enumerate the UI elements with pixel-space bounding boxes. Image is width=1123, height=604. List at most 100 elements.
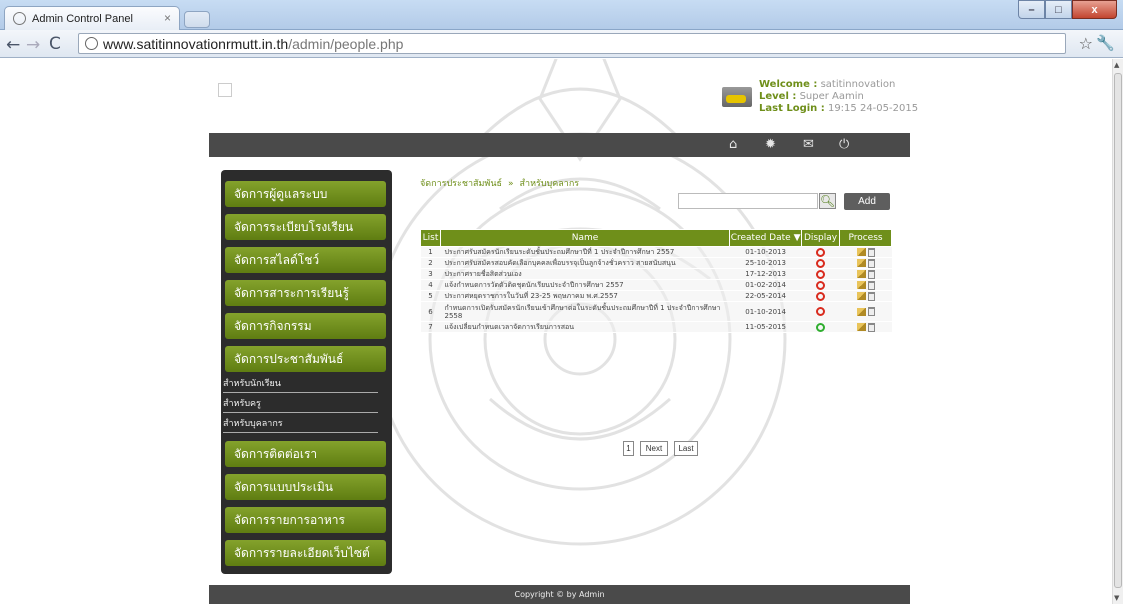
delete-icon[interactable] <box>867 247 875 257</box>
search-input[interactable] <box>678 193 818 209</box>
sidebar-subitem-teachers[interactable]: สำหรับครู <box>223 396 378 413</box>
scroll-up-icon[interactable]: ▲ <box>1114 61 1119 69</box>
edit-icon[interactable] <box>856 248 866 256</box>
row-display-cell <box>801 268 840 280</box>
sidebar-item-regulations[interactable]: จัดการระเบียบโรงเรียน <box>225 214 386 240</box>
last-page-button[interactable]: Last <box>674 441 698 456</box>
welcome-value: satitinnovation <box>820 79 896 90</box>
row-name[interactable]: ประกาศรับสมัครนักเรียนระดับชั้นประถมศึกษ… <box>440 246 730 258</box>
sidebar-item-learning[interactable]: จัดการสาระการเรียนรู้ <box>225 280 386 306</box>
maximize-button[interactable]: □ <box>1045 0 1072 19</box>
home-icon[interactable]: ⌂ <box>729 137 737 152</box>
level-label: Level : <box>759 91 797 102</box>
column-header-created-date[interactable]: Created Date ▼ <box>729 229 803 247</box>
column-header-list: List <box>420 229 441 247</box>
next-page-button[interactable]: Next <box>640 441 668 456</box>
row-process-cell <box>839 321 892 333</box>
delete-icon[interactable] <box>867 280 875 290</box>
wrench-menu-icon[interactable]: 🔧 <box>1096 34 1115 52</box>
announcements-table: List Name Created Date ▼ Display Process… <box>420 229 892 333</box>
table-row: 1 ประกาศรับสมัครนักเรียนระดับชั้นประถมศึก… <box>420 246 892 258</box>
row-display-cell <box>801 321 840 333</box>
sidebar-item-contact[interactable]: จัดการติดต่อเรา <box>225 441 386 467</box>
search-icon[interactable]: 🔍︎ <box>819 193 836 209</box>
table-row: 7 แจ้งเปลี่ยนกำหนดเวลาจัดการเรียนการสอน 11… <box>420 321 892 333</box>
minimize-button[interactable]: – <box>1018 0 1045 19</box>
mail-icon[interactable]: ✉ <box>803 137 814 152</box>
admin-topbar: ⌂ ✹ ✉ ⏻ <box>209 133 910 157</box>
close-window-button[interactable]: x <box>1072 0 1117 19</box>
row-display-cell <box>801 301 840 322</box>
scrollbar-thumb[interactable] <box>1114 73 1122 588</box>
address-bar[interactable]: www.satitinnovationrmutt.in.th/admin/peo… <box>78 33 1066 54</box>
sidebar-item-evaluation[interactable]: จัดการแบบประเมิน <box>225 474 386 500</box>
delete-icon[interactable] <box>867 322 875 332</box>
add-button[interactable]: Add <box>844 193 890 210</box>
sidebar-item-announcements[interactable]: จัดการประชาสัมพันธ์ <box>225 346 386 372</box>
row-process-cell <box>839 279 892 291</box>
sidebar-subitem-students[interactable]: สำหรับนักเรียน <box>223 376 378 393</box>
delete-icon[interactable] <box>867 258 875 268</box>
bookmark-star-icon[interactable]: ☆ <box>1079 34 1093 53</box>
row-process-cell <box>839 290 892 302</box>
delete-icon[interactable] <box>867 269 875 279</box>
row-process-cell <box>839 257 892 269</box>
browser-toolbar: ← → C www.satitinnovationrmutt.in.th/adm… <box>0 30 1123 58</box>
edit-icon[interactable] <box>856 259 866 267</box>
table-header-row: List Name Created Date ▼ Display Process <box>420 229 892 247</box>
page-scrollbar[interactable]: ▲ ▼ <box>1112 59 1123 604</box>
row-name[interactable]: แจ้งเปลี่ยนกำหนดเวลาจัดการเรียนการสอน <box>440 321 730 333</box>
row-name[interactable]: ประกาศหยุดราชการในวันที่ 23-25 พฤษภาคม พ… <box>440 290 730 302</box>
sidebar-item-slideshow[interactable]: จัดการสไลด์โชว์ <box>225 247 386 273</box>
power-icon[interactable]: ⏻ <box>839 137 849 152</box>
row-name[interactable]: แจ้งกำหนดการวัดตัวติดชุดนักเรียนประจำปีก… <box>440 279 730 291</box>
back-arrow-icon[interactable]: ← <box>6 35 20 55</box>
edit-icon[interactable] <box>856 323 866 331</box>
row-created-date: 22-05-2014 <box>729 290 802 302</box>
page-number-button[interactable]: 1 <box>623 441 634 456</box>
display-toggle-icon[interactable] <box>816 269 826 279</box>
breadcrumb-parent[interactable]: จัดการประชาสัมพันธ์ <box>420 179 502 189</box>
edit-icon[interactable] <box>856 307 866 316</box>
sidebar-item-activities[interactable]: จัดการกิจกรรม <box>225 313 386 339</box>
row-display-cell <box>801 290 840 302</box>
sidebar-item-food-menu[interactable]: จัดการรายการอาหาร <box>225 507 386 533</box>
scroll-down-icon[interactable]: ▼ <box>1114 594 1119 602</box>
delete-icon[interactable] <box>867 307 875 316</box>
reload-icon[interactable]: C <box>49 34 61 54</box>
delete-icon[interactable] <box>867 291 875 301</box>
sidebar-subitem-staff[interactable]: สำหรับบุคลากร <box>223 416 378 433</box>
display-toggle-icon[interactable] <box>816 322 826 332</box>
forward-arrow-icon[interactable]: → <box>26 35 40 55</box>
row-created-date: 11-05-2015 <box>729 321 802 333</box>
column-header-process: Process <box>839 229 892 247</box>
welcome-label: Welcome : <box>759 79 818 90</box>
tab-close-icon[interactable]: × <box>164 11 171 25</box>
row-name[interactable]: กำหนดการเปิดรับสมัครนักเรียนเข้าศึกษาต่อ… <box>440 301 730 322</box>
new-tab-button[interactable] <box>184 11 210 28</box>
edit-icon[interactable] <box>856 292 866 300</box>
sidebar-menu: จัดการผู้ดูแลระบบ จัดการระเบียบโรงเรียน … <box>221 170 392 574</box>
display-toggle-icon[interactable] <box>816 307 826 316</box>
sidebar-item-website-details[interactable]: จัดการรายละเอียดเว็บไซต์ <box>225 540 386 566</box>
row-name[interactable]: ประกาศรายชื่อสิตส่วนเอง <box>440 268 730 280</box>
row-number: 2 <box>420 257 441 269</box>
display-toggle-icon[interactable] <box>816 291 826 301</box>
sidebar-item-admins[interactable]: จัดการผู้ดูแลระบบ <box>225 181 386 207</box>
display-toggle-icon[interactable] <box>816 258 826 268</box>
row-name[interactable]: ประกาศรับสมัครสอบคัดเลือกบุคคลเพื่อบรรจุ… <box>440 257 730 269</box>
row-number: 6 <box>420 301 441 322</box>
edit-icon[interactable] <box>856 270 866 278</box>
settings-icon[interactable]: ✹ <box>765 137 776 152</box>
display-toggle-icon[interactable] <box>816 280 826 290</box>
row-number: 5 <box>420 290 441 302</box>
display-toggle-icon[interactable] <box>816 247 826 257</box>
browser-tab[interactable]: Admin Control Panel × <box>4 6 180 30</box>
page-viewport: Welcome : satitinnovation Level : Super … <box>0 59 1112 604</box>
breadcrumb-separator: » <box>508 179 514 189</box>
row-display-cell <box>801 246 840 258</box>
table-row: 3 ประกาศรายชื่อสิตส่วนเอง 17-12-2013 <box>420 268 892 280</box>
sort-arrow-icon[interactable]: ▼ <box>794 233 801 243</box>
edit-icon[interactable] <box>856 281 866 289</box>
last-login-label: Last Login : <box>759 103 825 114</box>
